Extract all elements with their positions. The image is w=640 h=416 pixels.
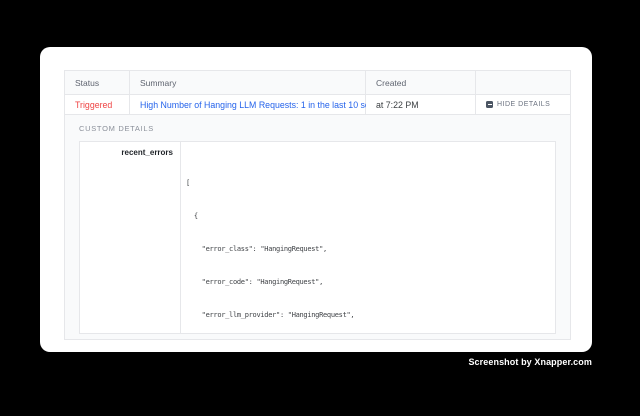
custom-details-section: CUSTOM DETAILS recent_errors [ { "error_…: [65, 115, 570, 339]
status-badge: Triggered: [75, 100, 112, 110]
watermark-text: Screenshot by Xnapper.com: [468, 357, 592, 367]
alert-card: Status Summary Created Triggered High Nu…: [40, 47, 592, 352]
table-row: Triggered High Number of Hanging LLM Req…: [65, 95, 570, 115]
summary-cell: High Number of Hanging LLM Requests: 1 i…: [130, 95, 366, 115]
alert-summary-link[interactable]: High Number of Hanging LLM Requests: 1 i…: [140, 100, 396, 110]
alerts-table: Status Summary Created Triggered High Nu…: [64, 70, 571, 340]
recent-errors-field-label: recent_errors: [80, 142, 181, 333]
hide-details-label: HIDE DETAILS: [497, 101, 550, 108]
status-cell: Triggered: [65, 95, 130, 115]
column-header-actions: [476, 71, 570, 95]
code-line: {: [186, 211, 555, 222]
column-header-summary: Summary: [130, 71, 366, 95]
json-code-block: [ { "error_class": "HangingRequest", "er…: [181, 142, 555, 333]
code-line: "error_llm_provider": "HangingRequest",: [186, 310, 555, 321]
code-line: [: [186, 178, 555, 189]
hide-details-button[interactable]: HIDE DETAILS: [486, 101, 550, 108]
table-header-row: Status Summary Created: [65, 71, 570, 95]
actions-cell: HIDE DETAILS: [476, 95, 570, 115]
custom-details-label: CUSTOM DETAILS: [79, 124, 556, 133]
column-header-created: Created: [366, 71, 476, 95]
code-line: "error_class": "HangingRequest",: [186, 244, 555, 255]
column-header-status: Status: [65, 71, 130, 95]
created-timestamp: at 7:22 PM: [376, 100, 419, 110]
created-cell: at 7:22 PM: [366, 95, 476, 115]
minus-square-icon: [486, 101, 493, 108]
code-line: "error_code": "HangingRequest",: [186, 277, 555, 288]
custom-details-panel: recent_errors [ { "error_class": "Hangin…: [79, 141, 556, 334]
